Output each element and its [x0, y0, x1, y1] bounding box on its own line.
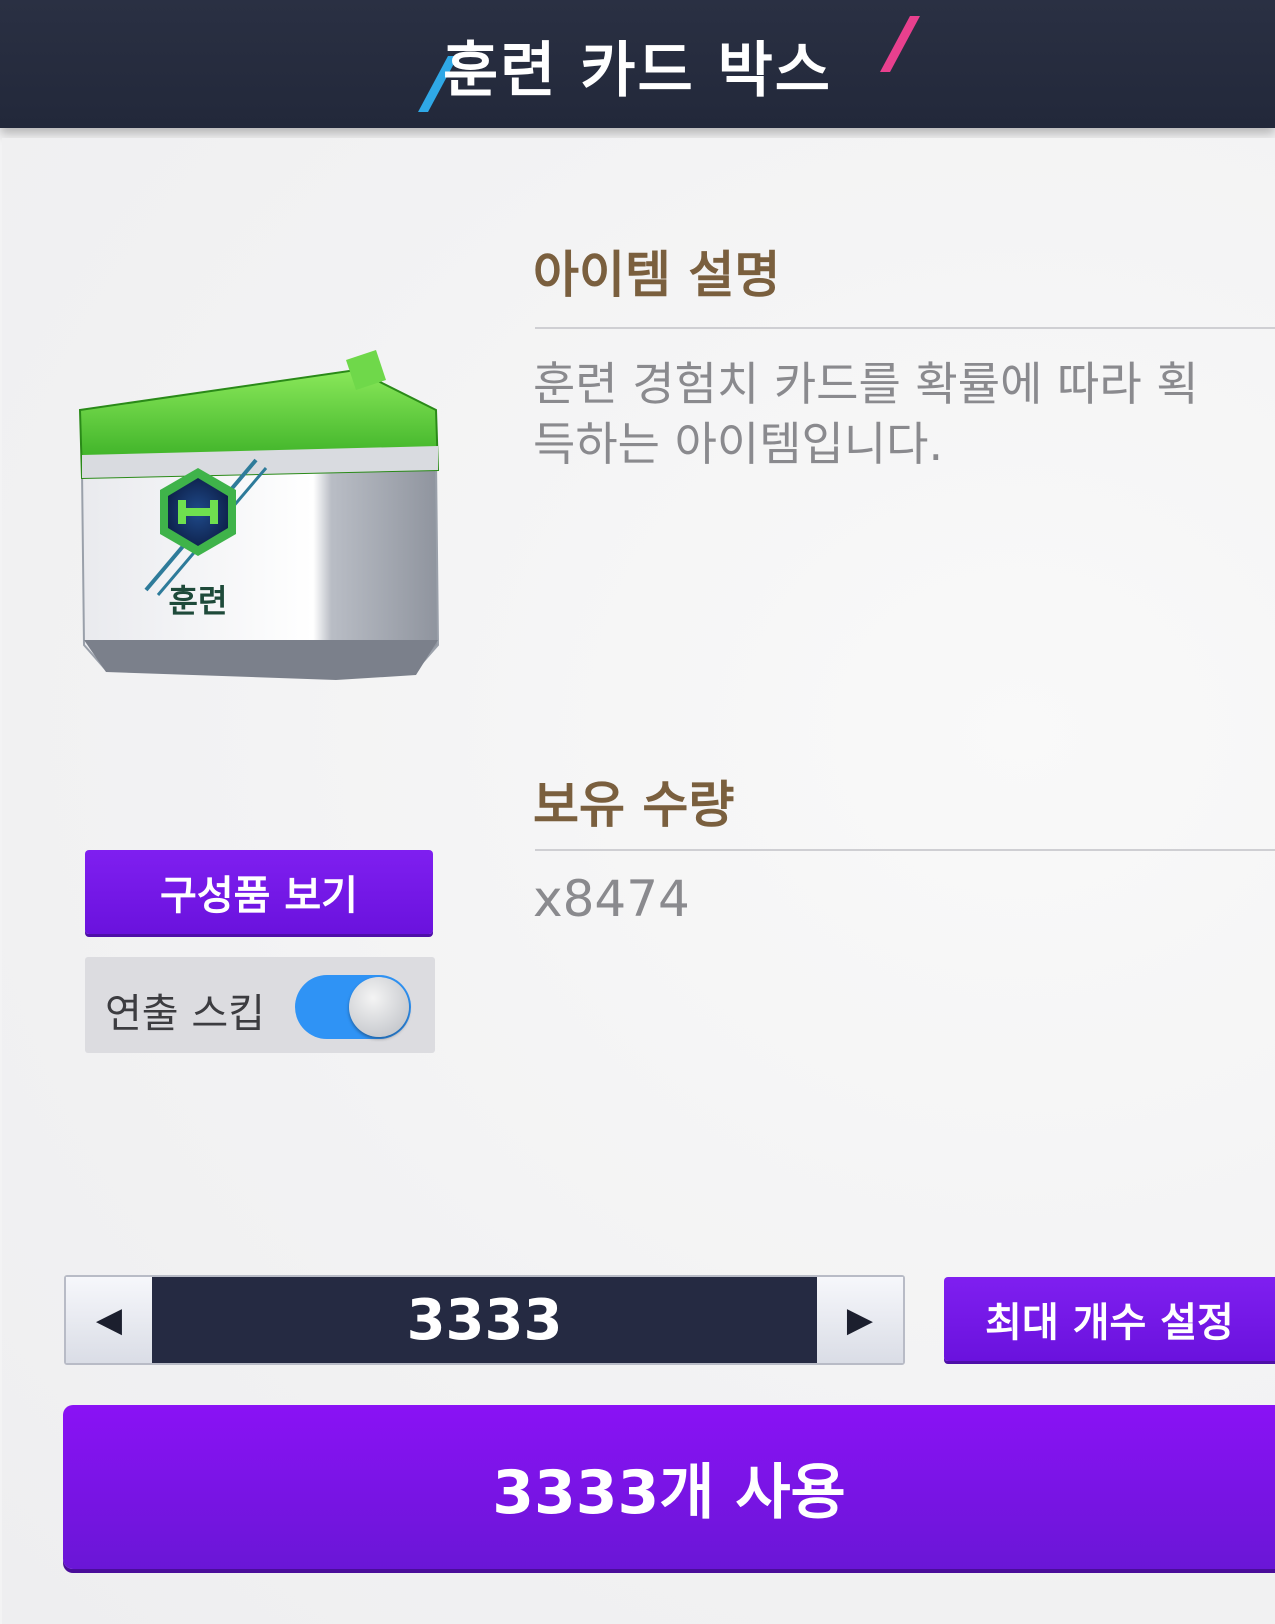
increment-button[interactable]: ▶: [817, 1277, 903, 1363]
quantity-heading: 보유 수량: [533, 776, 735, 834]
description-divider: [535, 327, 1275, 329]
triangle-right-icon: ▶: [846, 1300, 874, 1340]
stepper-value[interactable]: 3333: [152, 1277, 817, 1363]
box-label: 훈련: [169, 582, 228, 620]
use-items-button[interactable]: 3333개 사용: [63, 1405, 1275, 1569]
item-description: 훈련 경험치 카드를 확률에 따라 획득하는 아이템입니다.: [533, 357, 1199, 471]
set-max-button[interactable]: 최대 개수 설정: [944, 1277, 1275, 1361]
skip-animation-row: 연출 스킵: [85, 957, 435, 1053]
skip-animation-toggle[interactable]: [295, 975, 411, 1039]
description-heading: 아이템 설명: [533, 246, 781, 304]
pink-slash-decoration: [880, 16, 920, 72]
page-title: 훈련 카드 박스: [443, 36, 832, 106]
toggle-knob: [349, 977, 409, 1037]
triangle-left-icon: ◀: [95, 1300, 123, 1340]
owned-quantity: x8474: [533, 870, 690, 928]
decrement-button[interactable]: ◀: [66, 1277, 152, 1363]
training-box-image: 훈련: [78, 350, 440, 680]
quantity-divider: [535, 849, 1275, 851]
quantity-stepper: ◀ 3333 ▶: [64, 1275, 905, 1365]
view-components-button[interactable]: 구성품 보기: [85, 850, 433, 934]
skip-animation-label: 연출 스킵: [105, 991, 265, 1037]
title-bar: 훈련 카드 박스: [0, 0, 1275, 128]
